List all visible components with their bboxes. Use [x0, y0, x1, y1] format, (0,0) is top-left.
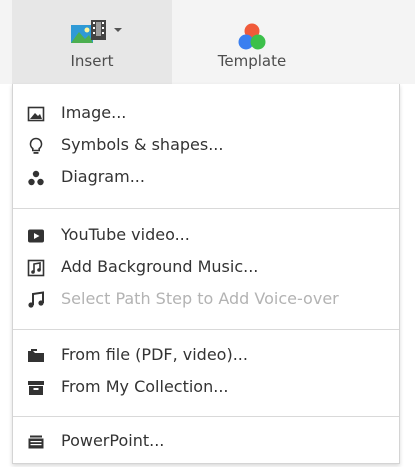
menu-item-from-my-collection[interactable]: From My Collection... — [13, 372, 399, 404]
lightbulb-icon — [29, 137, 43, 154]
template-label: Template — [217, 52, 287, 70]
insert-button[interactable]: Insert — [12, 0, 172, 84]
template-icon — [238, 23, 266, 50]
diagram-icon — [28, 170, 44, 186]
menu-separator — [13, 416, 399, 417]
music-file-icon — [27, 259, 45, 277]
menu-item-label: From My Collection... — [61, 377, 229, 396]
menu-item-label: Symbols & shapes... — [61, 135, 224, 154]
chevron-down-icon — [114, 28, 122, 32]
menu-item-image[interactable]: Image... — [13, 98, 399, 130]
insert-media-icon — [71, 20, 106, 43]
archive-box-icon — [28, 381, 44, 395]
menu-item-add-voice-over: Select Path Step to Add Voice-over — [13, 284, 399, 316]
menu-item-from-file[interactable]: From file (PDF, video)... — [13, 340, 399, 372]
menu-item-label: From file (PDF, video)... — [61, 345, 248, 364]
folder-icon — [28, 349, 44, 362]
menu-item-label: PowerPoint... — [61, 431, 165, 450]
insert-label: Insert — [70, 52, 114, 70]
menu-item-powerpoint[interactable]: PowerPoint... — [13, 426, 399, 458]
menu-separator — [13, 208, 399, 209]
menu-item-label: Diagram... — [61, 167, 145, 186]
music-note-icon — [28, 291, 44, 308]
youtube-play-icon — [28, 229, 44, 243]
toolbar: Insert Template — [0, 0, 415, 84]
insert-dropdown-menu: Image... Symbols & shapes... Diagram... … — [12, 84, 400, 464]
menu-item-label: Add Background Music... — [61, 257, 259, 276]
menu-separator — [13, 329, 399, 330]
slides-icon — [28, 435, 44, 449]
menu-item-label: Select Path Step to Add Voice-over — [61, 289, 339, 308]
menu-item-diagram[interactable]: Diagram... — [13, 162, 399, 194]
menu-item-symbols-shapes[interactable]: Symbols & shapes... — [13, 130, 399, 162]
image-icon — [27, 106, 45, 122]
menu-item-add-background-music[interactable]: Add Background Music... — [13, 252, 399, 284]
menu-item-label: YouTube video... — [61, 225, 190, 244]
menu-item-label: Image... — [61, 103, 127, 122]
template-button[interactable]: Template — [172, 0, 332, 84]
menu-item-youtube-video[interactable]: YouTube video... — [13, 220, 399, 252]
